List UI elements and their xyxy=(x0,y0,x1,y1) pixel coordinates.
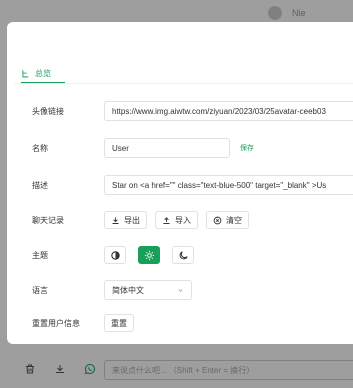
language-row: 语言 简体中文 xyxy=(32,280,192,300)
reset-user-row: 重置用户信息 重置 xyxy=(32,314,142,332)
avatar-url-input[interactable]: https://www.img.aiwtw.com/ziyuan/2023/03… xyxy=(104,101,353,121)
settings-tabs: 总览 xyxy=(21,62,51,84)
clear-button[interactable]: 清空 xyxy=(206,211,249,229)
name-input[interactable]: User xyxy=(104,138,230,158)
half-circle-icon xyxy=(110,250,120,260)
theme-light-button[interactable] xyxy=(138,246,160,264)
moon-icon xyxy=(179,250,188,259)
theme-row: 主题 xyxy=(32,246,206,264)
clear-label: 清空 xyxy=(226,215,242,225)
chat-history-label: 聊天记录 xyxy=(32,215,64,225)
avatar-row: 头像链接 https://www.img.aiwtw.com/ziyuan/20… xyxy=(32,101,353,121)
sun-icon xyxy=(144,250,154,260)
description-input[interactable]: Star on <a href="" class="text-blue-500"… xyxy=(104,175,353,195)
tabs-divider xyxy=(14,83,353,84)
name-label: 名称 xyxy=(32,143,48,153)
import-button[interactable]: 导入 xyxy=(155,211,198,229)
save-button[interactable]: 保存 xyxy=(240,143,254,153)
chat-history-row: 聊天记录 导出 导入 清空 xyxy=(32,211,257,229)
theme-label: 主题 xyxy=(32,250,48,260)
name-row: 名称 User 保存 xyxy=(32,138,254,158)
reset-user-label: 重置用户信息 xyxy=(32,318,80,328)
upload-icon xyxy=(163,216,170,224)
description-label: 描述 xyxy=(32,180,48,190)
download-icon xyxy=(112,217,119,224)
language-select[interactable]: 简体中文 xyxy=(104,280,192,300)
language-value: 简体中文 xyxy=(112,285,144,295)
description-row: 描述 Star on <a href="" class="text-blue-5… xyxy=(32,175,353,195)
settings-modal: 总览 头像链接 https://www.img.aiwtw.com/ziyuan… xyxy=(7,22,353,344)
avatar-label: 头像链接 xyxy=(32,106,64,116)
overview-icon xyxy=(22,69,29,77)
theme-dark-button[interactable] xyxy=(172,246,194,264)
import-label: 导入 xyxy=(175,215,191,225)
tab-overview[interactable]: 总览 xyxy=(21,68,51,79)
chevron-down-icon xyxy=(178,288,183,292)
export-label: 导出 xyxy=(124,215,140,225)
reset-label: 重置 xyxy=(111,318,127,328)
language-label: 语言 xyxy=(32,285,48,295)
export-button[interactable]: 导出 xyxy=(104,211,147,229)
theme-auto-button[interactable] xyxy=(104,246,126,264)
tab-label: 总览 xyxy=(35,68,51,78)
clear-circle-icon xyxy=(213,216,222,224)
reset-button[interactable]: 重置 xyxy=(104,314,134,332)
